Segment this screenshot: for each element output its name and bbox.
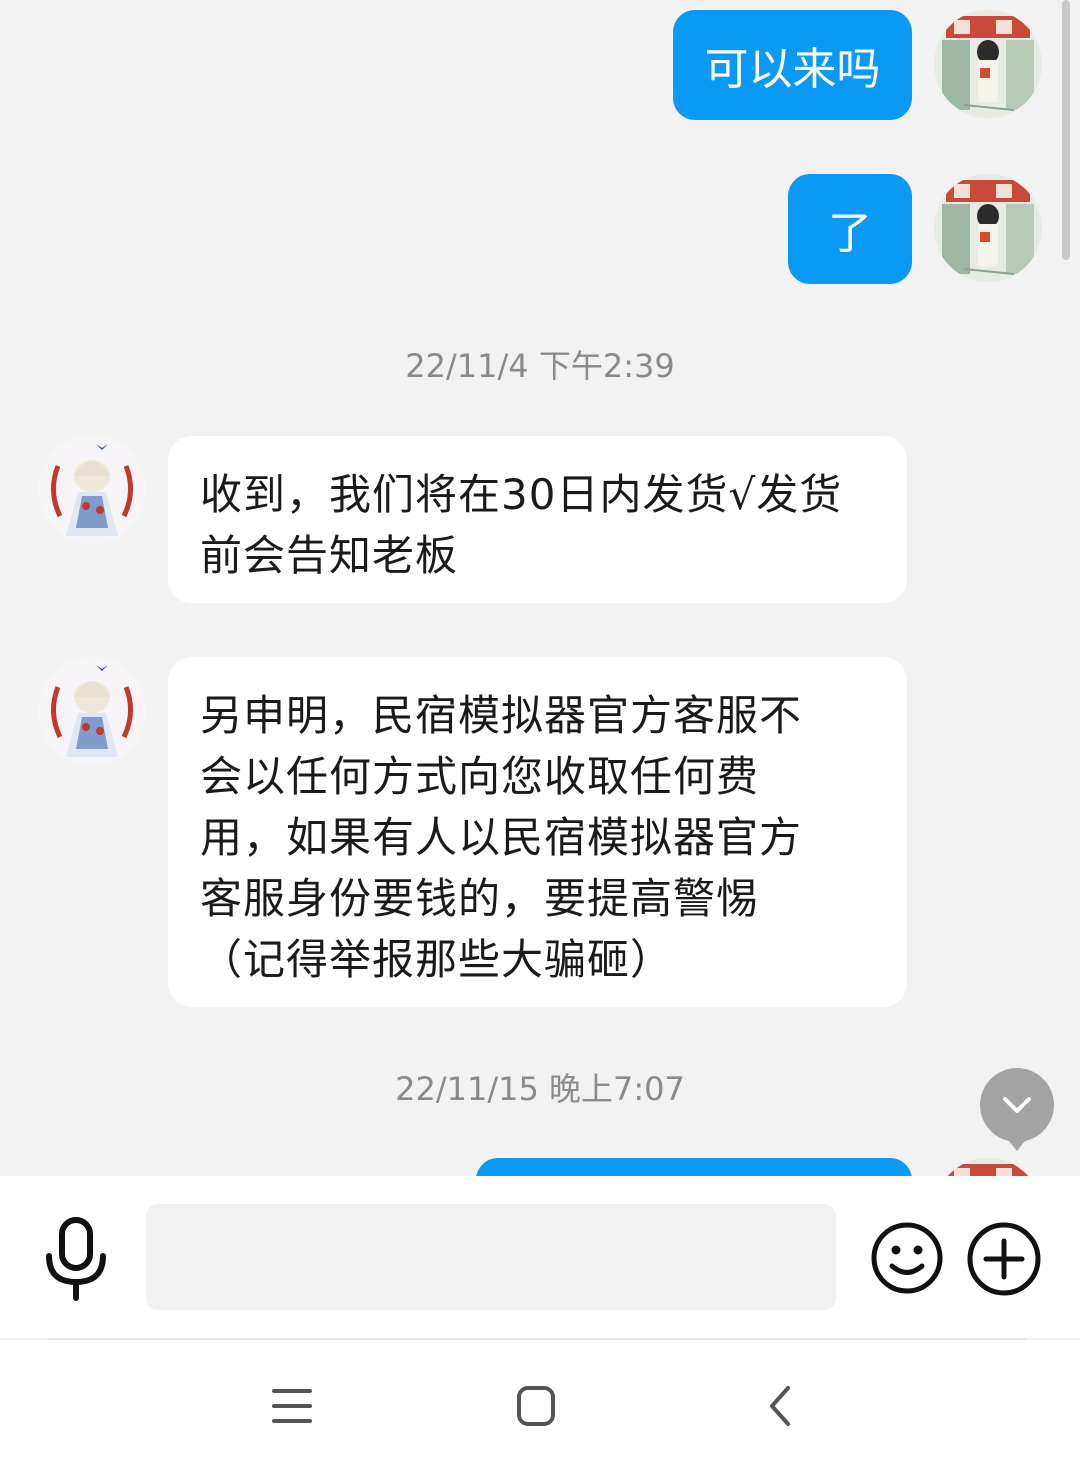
contact-avatar-image [38,436,146,544]
message-text-line: 前会告知老板 [200,531,459,580]
home-button[interactable] [506,1376,566,1436]
scroll-to-bottom-button[interactable] [980,1068,1054,1151]
message-timestamp: 22/11/15 晚上7:07 [395,1070,685,1108]
contact-avatar[interactable] [38,436,146,544]
emoji-button[interactable] [870,1221,944,1295]
outgoing-message-bubble[interactable]: 了 [788,174,912,284]
chat-area[interactable]: 可以来吗 了 22/11/4 下午2:39 收到，我们将在30日内发货√发货 前… [0,0,1080,1176]
more-options-button[interactable] [966,1221,1042,1297]
smiley-icon [871,1222,943,1294]
my-avatar-image [934,10,1042,118]
my-avatar-image [934,174,1042,282]
incoming-message-bubble[interactable]: 收到，我们将在30日内发货√发货 前会告知老板 [168,436,907,603]
menu-icon [272,1389,312,1423]
voice-input-button[interactable] [40,1216,112,1302]
message-text: 可以来吗 [704,44,881,95]
message-text-line: （记得举报那些大骗砸） [200,935,674,984]
my-avatar[interactable] [934,10,1042,118]
system-navigation-bar [0,1340,1080,1462]
outgoing-message-bubble[interactable]: 可以来吗 [673,10,912,120]
contact-avatar[interactable] [38,657,146,765]
my-avatar-image [934,1158,1042,1176]
contact-avatar-image [38,657,146,765]
my-avatar[interactable] [934,174,1042,282]
message-text-line: 收到，我们将在30日内发货√发货 [200,470,843,519]
message-text-line: 客服身份要钱的，要提高警惕 [200,874,760,923]
incoming-message-bubble[interactable]: 另申明，民宿模拟器官方客服不 会以任何方式向您收取任何费 用，如果有人以民宿模拟… [168,657,907,1007]
message-timestamp: 22/11/4 下午2:39 [405,347,675,385]
recent-apps-button[interactable] [262,1376,322,1436]
message-text: 了 [828,208,872,259]
microphone-icon [46,1217,106,1301]
home-square-icon [517,1386,555,1426]
back-chevron-icon [770,1386,790,1426]
chevron-down-icon [1003,1097,1031,1113]
plus-circle-icon [967,1222,1041,1296]
my-avatar[interactable] [934,1158,1042,1176]
message-text-line: 另申明，民宿模拟器官方客服不 [200,691,803,740]
message-input[interactable] [146,1204,836,1310]
scrollbar[interactable] [1062,0,1070,260]
outgoing-message-bubble[interactable] [476,1158,912,1176]
back-button[interactable] [750,1376,810,1436]
message-text-line: 用，如果有人以民宿模拟器官方 [200,813,803,862]
input-bar [0,1176,1080,1338]
message-text-line: 会以任何方式向您收取任何费 [200,752,760,801]
